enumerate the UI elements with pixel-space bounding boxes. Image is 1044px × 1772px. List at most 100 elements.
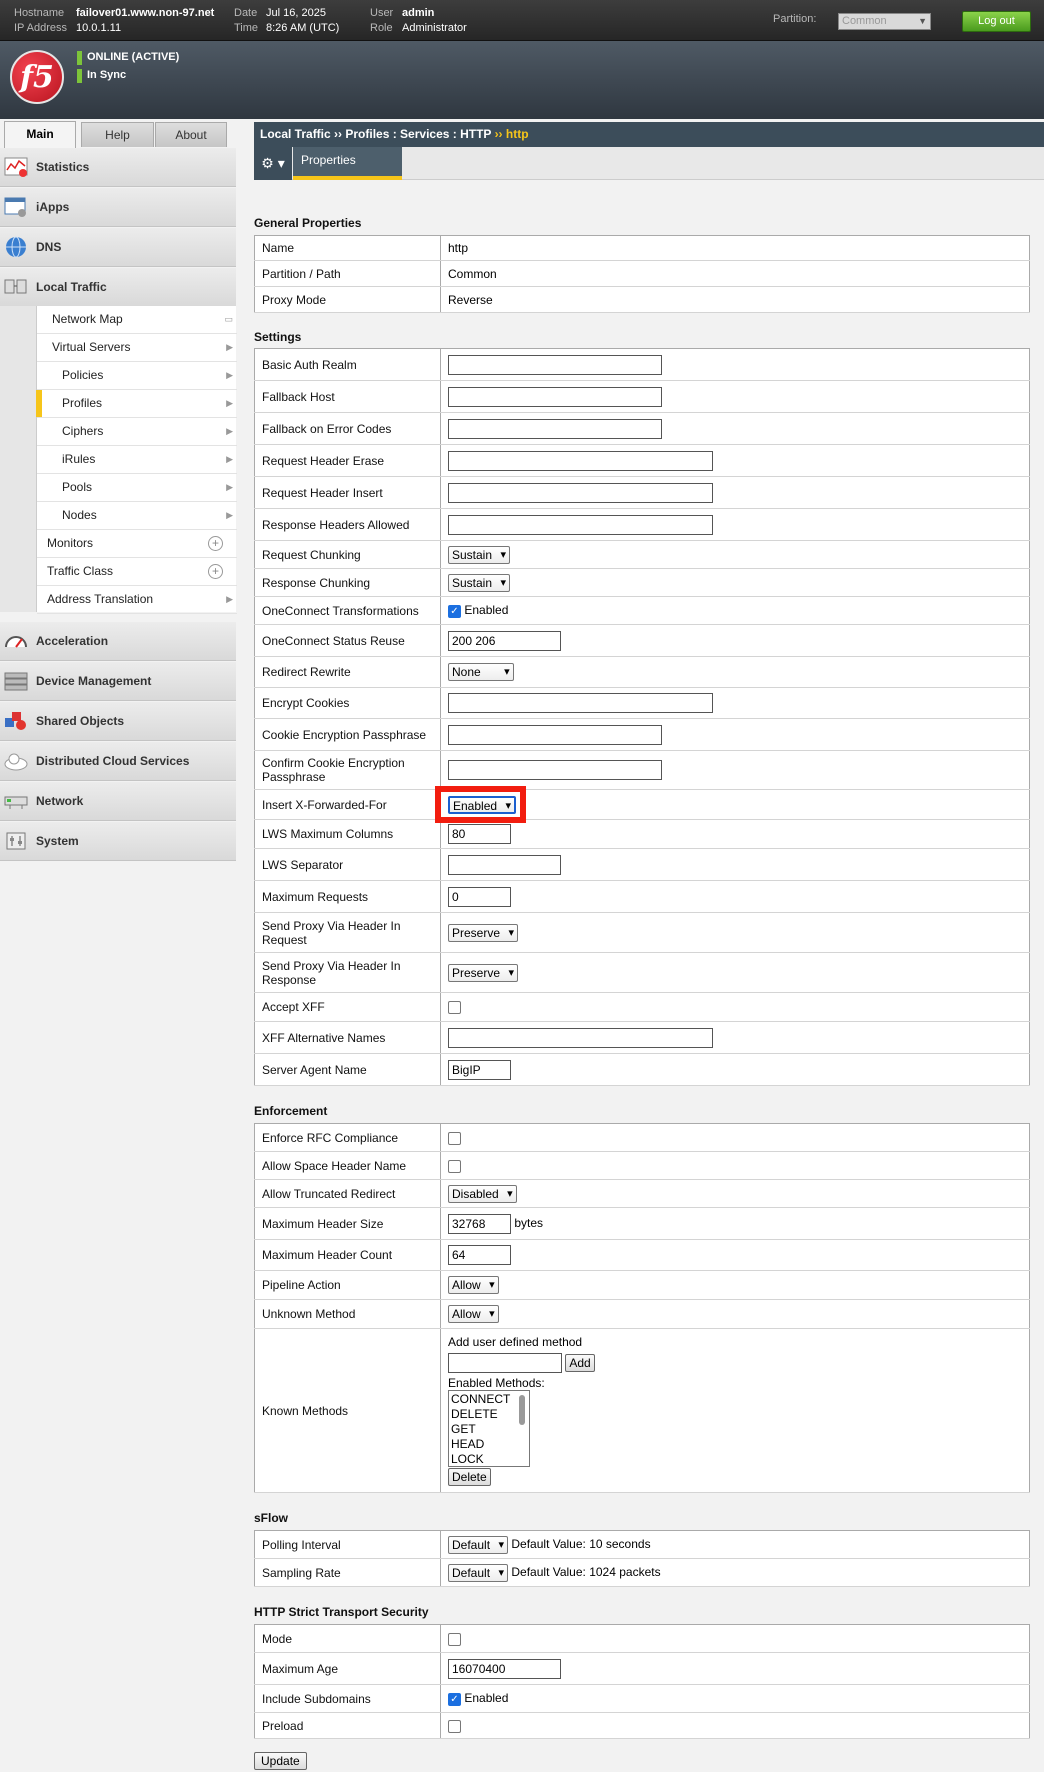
pipeline-action-select[interactable]: Allow xyxy=(448,1276,499,1294)
scrollbar-thumb[interactable] xyxy=(519,1395,525,1425)
tab-about[interactable]: About xyxy=(155,122,227,147)
breadcrumb-local-traffic[interactable]: Local Traffic xyxy=(260,127,331,141)
sidebar-item-label: Ciphers xyxy=(62,424,104,438)
proxy-via-request-select[interactable]: Preserve xyxy=(448,923,519,942)
list-item[interactable]: DELETE xyxy=(451,1407,527,1422)
basic-auth-realm-input[interactable] xyxy=(448,354,662,375)
sidebar-item-network-map[interactable]: Network Map ▭ xyxy=(37,306,237,334)
server-agent-name-input[interactable]: BigIP xyxy=(448,1059,511,1080)
nav-distributed-cloud[interactable]: Distributed Cloud Services xyxy=(0,742,236,781)
max-age-input[interactable]: 16070400 xyxy=(448,1658,561,1679)
plus-icon[interactable]: + xyxy=(208,536,223,551)
table-row: Name http xyxy=(254,235,1030,261)
nav-device-management[interactable]: Device Management xyxy=(0,662,236,701)
nav-system[interactable]: System xyxy=(0,822,236,861)
oneconnect-status-reuse-input[interactable]: 200 206 xyxy=(448,630,561,651)
max-header-size-input[interactable]: 32768 xyxy=(448,1213,511,1234)
confirm-cookie-passphrase-input[interactable] xyxy=(448,760,662,780)
request-header-insert-input[interactable] xyxy=(448,482,713,503)
xff-alt-names-input[interactable] xyxy=(448,1027,713,1048)
redirect-rewrite-select[interactable]: None xyxy=(448,663,514,681)
accept-xff-checkbox[interactable] xyxy=(448,1001,461,1015)
response-chunking-select[interactable]: Sustain xyxy=(448,573,511,592)
request-header-erase-input[interactable] xyxy=(448,450,713,471)
table-row: Fallback Host xyxy=(254,380,1030,413)
tab-main[interactable]: Main xyxy=(4,121,76,148)
redirect-rewrite-label: Redirect Rewrite xyxy=(254,656,441,688)
max-requests-input[interactable]: 0 xyxy=(448,886,511,907)
rfc-compliance-checkbox[interactable] xyxy=(448,1131,461,1145)
list-item[interactable]: CONNECT xyxy=(451,1392,527,1407)
polling-interval-select[interactable]: Default xyxy=(448,1535,509,1554)
name-value: http xyxy=(440,235,1030,261)
max-header-size-label: Maximum Header Size xyxy=(254,1207,441,1240)
network-icon xyxy=(4,796,28,809)
lws-separator-label: LWS Separator xyxy=(254,848,441,881)
list-scrollbar[interactable] xyxy=(518,1393,527,1464)
cookie-passphrase-input[interactable] xyxy=(448,724,662,745)
partition-select[interactable]: Common ▼ xyxy=(838,13,931,30)
logout-button[interactable]: Log out xyxy=(962,11,1031,32)
top-header: Hostname failover01.www.non-97.net IP Add… xyxy=(0,0,1044,41)
nav-dns[interactable]: DNS xyxy=(0,228,236,267)
sidebar-item-nodes[interactable]: Nodes ▶ xyxy=(37,502,237,530)
breadcrumb-profiles[interactable]: Profiles : Services : HTTP xyxy=(345,127,491,141)
nav-local-traffic[interactable]: Local Traffic xyxy=(0,268,236,307)
list-item[interactable]: GET xyxy=(451,1422,527,1437)
role-value: Administrator xyxy=(402,22,467,34)
section-settings-title: Settings xyxy=(254,330,302,344)
sidebar-item-monitors[interactable]: Monitors + xyxy=(37,530,237,558)
fallback-host-input[interactable] xyxy=(448,386,662,407)
sidebar-item-traffic-class[interactable]: Traffic Class + xyxy=(37,558,237,586)
sidebar-item-ciphers[interactable]: Ciphers ▶ xyxy=(37,418,237,446)
tab-properties[interactable]: Properties xyxy=(293,147,402,180)
response-headers-allowed-input[interactable] xyxy=(448,514,713,535)
include-subdomains-checkbox[interactable]: ✓ xyxy=(448,1692,461,1706)
sidebar-item-virtual-servers[interactable]: Virtual Servers ▶ xyxy=(37,334,237,362)
tab-help[interactable]: Help xyxy=(81,122,154,147)
add-method-input[interactable] xyxy=(448,1353,562,1373)
sidebar-item-policies[interactable]: Policies ▶ xyxy=(37,362,237,390)
sampling-rate-select[interactable]: Default xyxy=(448,1563,509,1582)
server-agent-name-label: Server Agent Name xyxy=(254,1053,441,1086)
sidebar-item-profiles[interactable]: Profiles ▶ xyxy=(36,390,237,418)
lws-separator-input[interactable] xyxy=(448,854,561,875)
nav-shared-objects[interactable]: Shared Objects xyxy=(0,702,236,741)
section-general-title: General Properties xyxy=(254,216,362,230)
nav-statistics[interactable]: Statistics xyxy=(0,148,236,187)
list-item[interactable]: LOCK xyxy=(451,1452,527,1466)
oneconnect-transformations-checkbox[interactable]: ✓ xyxy=(448,604,461,618)
list-item[interactable]: HEAD xyxy=(451,1437,527,1452)
sidebar-item-address-translation[interactable]: Address Translation ▶ xyxy=(37,586,237,614)
proxy-via-response-select[interactable]: Preserve xyxy=(448,963,519,982)
truncated-redirect-select[interactable]: Disabled xyxy=(448,1184,517,1203)
sidebar-item-pools[interactable]: Pools ▶ xyxy=(37,474,237,502)
request-chunking-select[interactable]: Sustain xyxy=(448,545,511,564)
max-header-count-input[interactable]: 64 xyxy=(448,1245,511,1265)
statistics-icon xyxy=(4,157,28,177)
plus-icon[interactable]: + xyxy=(208,564,223,579)
ip-label: IP Address xyxy=(14,22,67,34)
nav-iapps[interactable]: iApps xyxy=(0,188,236,227)
allow-space-header-checkbox[interactable] xyxy=(448,1159,461,1173)
cookie-passphrase-label: Cookie Encryption Passphrase xyxy=(254,718,441,751)
unknown-method-select[interactable]: Allow xyxy=(448,1305,499,1323)
table-row: Basic Auth Realm xyxy=(254,348,1030,381)
add-method-button[interactable]: Add xyxy=(565,1354,595,1372)
hsts-mode-checkbox[interactable] xyxy=(448,1632,461,1646)
fallback-error-codes-input[interactable] xyxy=(448,418,662,439)
request-header-insert-label: Request Header Insert xyxy=(254,476,441,509)
nav-network[interactable]: Network xyxy=(0,782,236,821)
encrypt-cookies-input[interactable] xyxy=(448,693,713,713)
polling-default-text: Default Value: 10 seconds xyxy=(511,1536,651,1551)
sidebar-item-label: Policies xyxy=(62,368,104,382)
gear-icon[interactable]: ⚙ ▾ xyxy=(254,147,292,180)
sidebar-item-irules[interactable]: iRules ▶ xyxy=(37,446,237,474)
include-subdomains-label: Include Subdomains xyxy=(254,1684,441,1713)
preload-checkbox[interactable] xyxy=(448,1719,461,1733)
lws-max-columns-input[interactable]: 80 xyxy=(448,824,511,844)
update-button[interactable]: Update xyxy=(254,1752,307,1770)
delete-method-button[interactable]: Delete xyxy=(448,1468,491,1486)
nav-acceleration[interactable]: Acceleration xyxy=(0,622,236,661)
enabled-methods-list[interactable]: CONNECT DELETE GET HEAD LOCK xyxy=(448,1390,530,1467)
